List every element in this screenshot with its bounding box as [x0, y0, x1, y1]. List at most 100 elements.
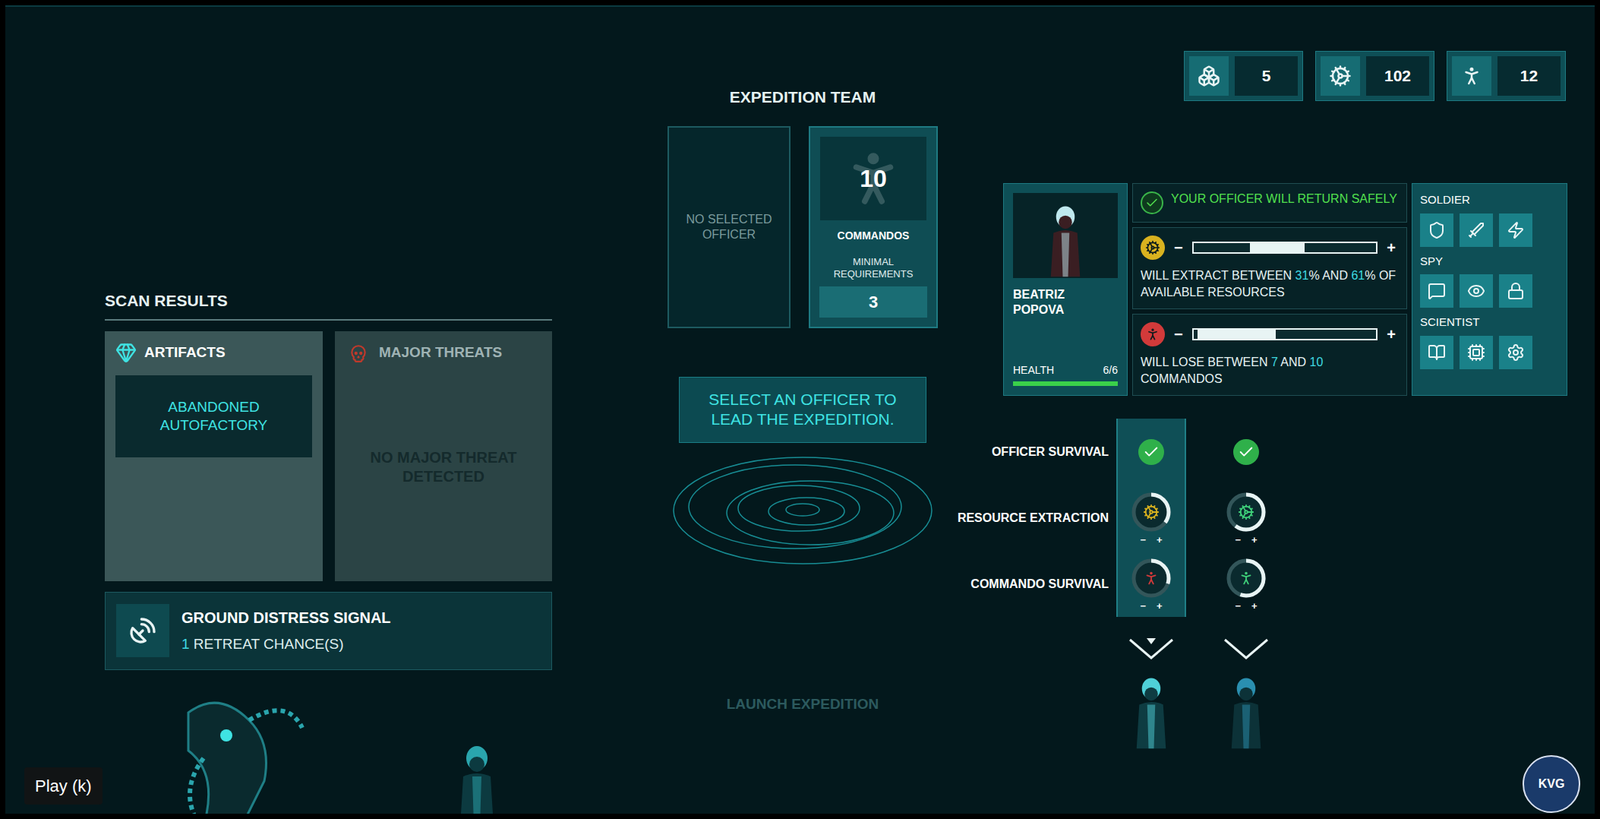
minus-button[interactable]: − — [1170, 322, 1187, 346]
officer-forecast: YOUR OFFICER WILL RETURN SAFELY − + WILL EX… — [1132, 183, 1408, 396]
chevron-down-icon[interactable] — [1221, 634, 1271, 661]
resource-counter: 5 — [1183, 50, 1304, 101]
commandos-label: COMMANDOS — [837, 227, 910, 244]
chevron-down-icon[interactable] — [1126, 634, 1176, 661]
skull-icon — [345, 341, 372, 365]
minus-button[interactable]: − — [1170, 236, 1187, 259]
dial-minus[interactable]: − — [1139, 600, 1146, 611]
skill-icon[interactable] — [1420, 274, 1454, 308]
dial-minus[interactable]: − — [1234, 600, 1241, 611]
skill-group: SOLDIER — [1420, 191, 1559, 247]
crew-figures — [104, 681, 553, 815]
skill-label: SOLDIER — [1420, 191, 1559, 209]
officer-column: 510212 BEATRIZ POPOVAHEALTH6/6YOUR OFFICE… — [941, 6, 1569, 754]
plus-button[interactable]: + — [1383, 236, 1399, 259]
commando-loss-forecast-text: WILL LOSE BETWEEN 7 AND 10 COMMANDOS — [1140, 353, 1399, 388]
scan-results-title: SCAN RESULTS — [104, 288, 553, 321]
resource-counter: 102 — [1315, 50, 1435, 101]
plus-button[interactable]: + — [1383, 322, 1399, 346]
officer-panel: BEATRIZ POPOVAHEALTH6/6YOUR OFFICER WILL… — [1003, 183, 1569, 396]
dial-plus[interactable]: + — [1156, 534, 1163, 545]
skill-icon[interactable] — [1499, 213, 1533, 247]
officer-figure-icon — [1124, 669, 1178, 754]
minimal-requirements-label: MINIMAL REQUIREMENTS — [819, 255, 928, 281]
skill-label: SPY — [1420, 252, 1559, 271]
major-threats-panel: MAJOR THREATSNO MAJOR THREAT DETECTED — [334, 331, 553, 581]
commandos-card[interactable]: 10COMMANDOSMINIMAL REQUIREMENTS3 — [808, 126, 938, 329]
range-track[interactable] — [1192, 241, 1379, 254]
dial-minus[interactable]: − — [1139, 534, 1146, 545]
select-officer-prompt: SELECT AN OFFICER TO LEAD THE EXPEDITION… — [678, 376, 927, 443]
resource-icon — [1189, 56, 1229, 96]
dial-plus[interactable]: + — [1251, 600, 1258, 611]
dial-symbol-icon — [1142, 503, 1160, 521]
resource-bar: 510212 — [941, 50, 1569, 101]
resource-icon — [1451, 56, 1492, 96]
watermark-logo: KVG — [1522, 754, 1581, 813]
alien-icon — [173, 681, 310, 815]
skill-icon[interactable] — [1459, 335, 1493, 370]
commando-dial[interactable]: −+ — [1224, 556, 1268, 611]
survival-check-icon — [1138, 438, 1165, 465]
no-threat-text: NO MAJOR THREAT DETECTED — [345, 364, 542, 571]
extraction-forecast-text: WILL EXTRACT BETWEEN 31% AND 61% OF AVAI… — [1140, 267, 1399, 301]
artifact-item[interactable]: ABANDONED AUTOFACTORY — [115, 375, 313, 458]
dial-ring-icon — [1129, 490, 1173, 534]
extraction-forecast: − + WILL EXTRACT BETWEEN 31% AND 61% OF AV… — [1132, 227, 1408, 310]
skill-icon[interactable] — [1459, 213, 1493, 247]
officer-card[interactable]: BEATRIZ POPOVAHEALTH6/6 — [1003, 183, 1128, 396]
launch-expedition-button[interactable]: LAUNCH EXPEDITION — [726, 693, 880, 716]
dial-plus[interactable]: + — [1251, 534, 1258, 545]
survival-check-icon — [1233, 438, 1260, 465]
officer-option[interactable]: −+−+ — [1116, 418, 1187, 754]
skill-icon[interactable] — [1459, 274, 1493, 308]
dial-symbol-icon — [1237, 569, 1255, 587]
officer-survival-box: YOUR OFFICER WILL RETURN SAFELY — [1132, 183, 1408, 223]
extraction-dial[interactable]: −+ — [1224, 490, 1268, 545]
officer-slot[interactable]: NO SELECTED OFFICER — [667, 126, 791, 329]
comparison-label: OFFICER SURVIVAL — [941, 418, 1109, 485]
skill-icon[interactable] — [1499, 335, 1533, 370]
antenna-icon — [116, 603, 170, 657]
commando-loss-forecast: − + WILL LOSE BETWEEN 7 AND 10 COMMANDOS — [1132, 313, 1408, 396]
commando-loss-forecast-icon — [1140, 321, 1165, 347]
major-threats-title: MAJOR THREATS — [378, 341, 502, 364]
distress-title: GROUND DISTRESS SIGNAL — [181, 605, 392, 629]
dial-plus[interactable]: + — [1156, 600, 1163, 611]
comparison-label: RESOURCE EXTRACTION — [941, 484, 1109, 551]
officer-figure-icon — [1219, 669, 1273, 754]
skill-icon[interactable] — [1420, 335, 1454, 370]
dial-minus[interactable]: − — [1234, 534, 1241, 545]
skill-label: SCIENTIST — [1420, 313, 1559, 332]
dial-ring-icon — [1224, 490, 1268, 534]
skill-group: SCIENTIST — [1420, 313, 1559, 370]
retreat-chances: 1 RETREAT CHANCE(S) — [181, 633, 392, 656]
resource-icon — [1320, 56, 1361, 96]
artifacts-panel[interactable]: ARTIFACTSABANDONED AUTOFACTORY — [104, 331, 323, 581]
officer-portrait-icon — [1038, 201, 1092, 278]
resource-counter: 12 — [1446, 50, 1566, 101]
skills-panel: SOLDIER SPY SCIENTIST — [1411, 183, 1568, 396]
game-screen: SCAN RESULTS ARTIFACTSABANDONED AUTOFACTO… — [0, 0, 1600, 819]
health-bar — [1013, 381, 1118, 386]
terrain-hologram-icon — [665, 445, 940, 575]
skill-icon[interactable] — [1499, 274, 1533, 308]
officer-option[interactable]: −+−+ — [1211, 418, 1282, 754]
skill-icon[interactable] — [1420, 213, 1454, 247]
officer-comparison: OFFICER SURVIVALRESOURCE EXTRACTIONCOMMA… — [941, 418, 1569, 754]
cloaked-figure-icon — [446, 742, 508, 815]
extraction-dial[interactable]: −+ — [1129, 490, 1173, 545]
range-track[interactable] — [1192, 328, 1379, 341]
expedition-screen: SCAN RESULTS ARTIFACTSABANDONED AUTOFACTO… — [5, 5, 1595, 814]
range-fill — [1249, 242, 1305, 253]
extraction-forecast-icon — [1140, 235, 1165, 260]
video-play-tooltip[interactable]: Play (k) — [24, 766, 103, 805]
check-icon — [1140, 191, 1164, 215]
expedition-team-title: EXPEDITION TEAM — [729, 85, 877, 110]
comparison-label: COMMANDO SURVIVAL — [941, 550, 1109, 617]
skill-group: SPY — [1420, 252, 1559, 309]
commando-dial[interactable]: −+ — [1129, 556, 1173, 611]
dial-symbol-icon — [1142, 569, 1160, 587]
range-fill — [1197, 329, 1276, 339]
scan-column: SCAN RESULTS ARTIFACTSABANDONED AUTOFACTO… — [104, 6, 553, 814]
